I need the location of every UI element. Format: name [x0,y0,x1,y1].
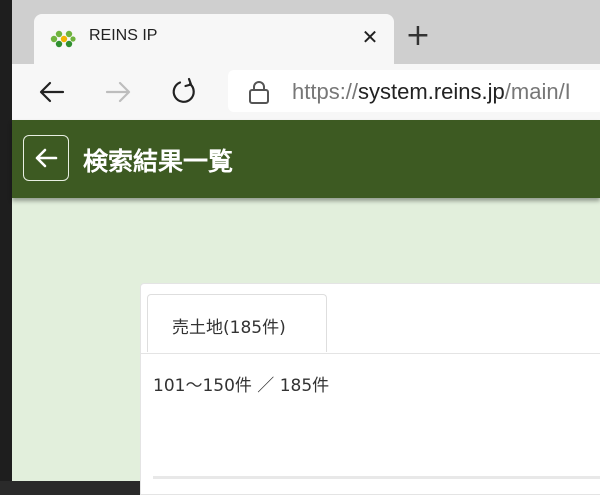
table-header-edge [153,476,600,479]
url-path: /main/I [504,79,571,104]
tab-label: 売土地(185件) [172,318,286,338]
forward-icon[interactable] [102,76,134,108]
results-card: 売土地(185件) 101〜150件 ／ 185件 [140,283,600,495]
tab-divider [141,353,600,354]
url-host: system.reins.jp [358,79,505,104]
back-icon[interactable] [36,76,68,108]
close-tab-icon[interactable]: ✕ [359,26,381,48]
reload-icon[interactable] [168,76,200,108]
reins-logo-icon [50,30,76,48]
tab-title: REINS IP [89,27,158,44]
url-text: https://system.reins.jp/main/I [292,79,571,105]
result-count: 101〜150件 ／ 185件 [153,376,330,396]
lock-icon [249,81,269,104]
browser-tab-strip: REINS IP ✕ + [12,0,600,66]
arrow-left-icon [35,148,58,168]
url-scheme: https:// [292,79,359,104]
address-bar[interactable]: https://system.reins.jp/main/I [228,70,600,112]
back-button[interactable] [23,135,69,181]
page-title: 検索結果一覧 [83,147,234,176]
tab-sale-land[interactable]: 売土地(185件) [147,294,327,352]
browser-toolbar: https://system.reins.jp/main/I [12,64,600,120]
browser-tab[interactable]: REINS IP ✕ [34,14,394,66]
page-header: 検索結果一覧 [12,120,600,198]
new-tab-icon[interactable]: + [404,21,432,51]
desktop-edge [0,0,12,481]
page-content: 検索結果一覧 売土地(185件) 101〜150件 ／ 185件 [12,120,600,495]
